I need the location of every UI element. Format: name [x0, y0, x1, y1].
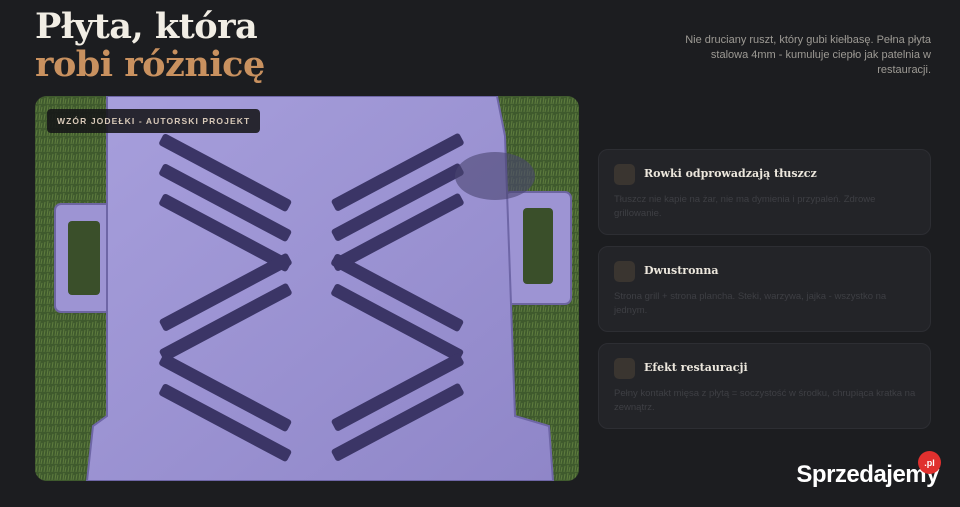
feature-title: Efekt restauracji	[644, 361, 748, 374]
feature-text: Tłuszcz nie kapie na żar, nie ma dymieni…	[614, 194, 876, 219]
feature-text: Pełny kontakt mięsa z płytą = soczystość…	[614, 388, 916, 413]
watermark-badge: .pl	[918, 451, 941, 474]
hero-title: Płyta, która robi różnicę	[35, 8, 265, 84]
feature-text: Strona grill + strona plancha. Steki, wa…	[614, 291, 887, 316]
feature-card-restaurant: Efekt restauracji Pełny kontakt mięsa z …	[598, 343, 931, 429]
square-icon	[614, 164, 635, 185]
photo-badge: WZÓR JODEŁKI - AUTORSKI PROJEKT	[47, 109, 261, 133]
hero-title-line1: Płyta, która	[35, 6, 258, 47]
square-icon	[614, 261, 635, 282]
feature-list: Rowki odprowadzają tłuszcz Tłuszcz nie k…	[598, 149, 931, 440]
feature-title: Dwustronna	[644, 264, 719, 277]
feature-title: Rowki odprowadzają tłuszcz	[644, 167, 817, 180]
product-photo: WZÓR JODEŁKI - AUTORSKI PROJEKT	[35, 96, 579, 481]
feature-card-double-sided: Dwustronna Strona grill + strona plancha…	[598, 246, 931, 332]
square-icon	[614, 358, 635, 379]
hero-description: Nie druciany ruszt, który gubi kiełbasę.…	[685, 34, 931, 76]
grill-plate-image	[35, 96, 579, 481]
feature-card-grease: Rowki odprowadzają tłuszcz Tłuszcz nie k…	[598, 149, 931, 235]
hero-title-line2: robi różnicę	[35, 44, 265, 85]
